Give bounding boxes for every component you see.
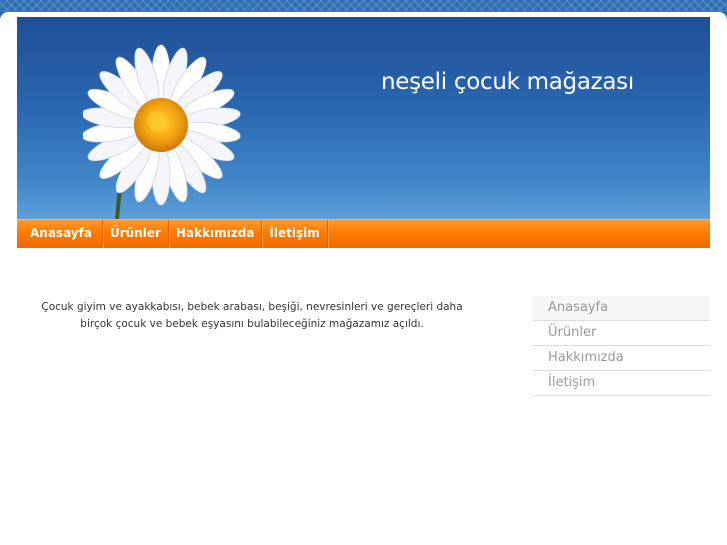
sidebar-item-hakkimizda[interactable]: Hakkımızda	[533, 346, 710, 371]
nav-item-hakkimizda[interactable]: Hakkımızda	[169, 220, 263, 248]
intro-text: Çocuk giyim ve ayakkabısı, bebek arabası…	[41, 301, 463, 330]
site-header: neşeli çocuk mağazası	[17, 17, 710, 219]
sidebar-item-urunler[interactable]: Ürünler	[533, 321, 710, 346]
nav-item-iletisim[interactable]: İletişim	[262, 220, 328, 248]
daisy-flower-icon	[83, 44, 241, 219]
sidebar-item-iletisim[interactable]: İletişim	[533, 371, 710, 396]
sidebar-item-anasayfa[interactable]: Anasayfa	[533, 296, 710, 321]
site-title: neşeli çocuk mağazası	[381, 69, 634, 95]
nav-item-urunler[interactable]: Ürünler	[103, 220, 169, 248]
top-nav-bar: Anasayfa Ürünler Hakkımızda İletişim	[17, 219, 710, 248]
nav-item-anasayfa[interactable]: Anasayfa	[17, 220, 103, 248]
top-pattern-strip	[0, 0, 727, 12]
sidebar-menu: Anasayfa Ürünler Hakkımızda İletişim	[533, 296, 710, 396]
